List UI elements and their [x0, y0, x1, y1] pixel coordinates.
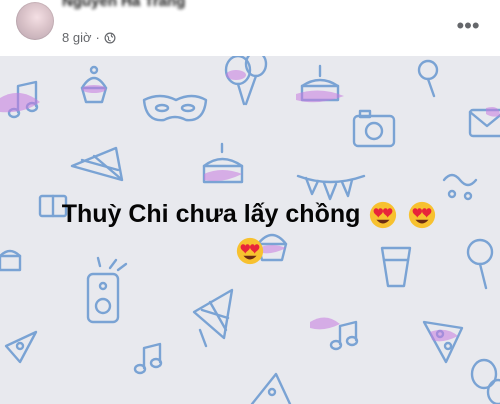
- party-hat-icon: [70, 146, 124, 182]
- cupcake-icon: [80, 65, 108, 104]
- balloons-icon: [224, 56, 268, 106]
- party-hat-icon: [192, 288, 234, 348]
- author-name[interactable]: Nguyễn Hà Trang: [62, 0, 185, 10]
- pizza-slice-icon: [422, 320, 464, 364]
- music-note-icon: [133, 342, 163, 375]
- timestamp-link[interactable]: 8 giờ: [62, 30, 92, 45]
- avatar[interactable]: [16, 2, 54, 40]
- post-card: Nguyễn Hà Trang 8 giờ · ••• Thuỳ Chi chư…: [0, 0, 500, 404]
- heart-eyes-emoji-icon: [236, 238, 264, 265]
- more-options-button[interactable]: •••: [452, 12, 484, 40]
- balloons-icon: [470, 358, 500, 404]
- heart-eyes-emoji-icon: [409, 202, 436, 229]
- globe-icon[interactable]: [104, 32, 116, 44]
- pizza-slice-icon: [4, 330, 38, 364]
- balloon-icon: [417, 59, 439, 98]
- post-header: Nguyễn Hà Trang 8 giờ · •••: [0, 0, 500, 56]
- cake-slice-icon: [0, 249, 22, 272]
- heart-eyes-emoji-icon: [370, 202, 397, 229]
- camera-icon: [352, 109, 396, 148]
- post-text-content: Thuỳ Chi chưa lấy chồng: [61, 200, 361, 228]
- pizza-slice-icon: [250, 372, 292, 404]
- post-background: Thuỳ Chi chưa lấy chồng: [0, 56, 500, 404]
- post-text: Thuỳ Chi chưa lấy chồng: [24, 196, 476, 268]
- post-meta: 8 giờ ·: [62, 30, 116, 45]
- mask-icon: [142, 94, 208, 122]
